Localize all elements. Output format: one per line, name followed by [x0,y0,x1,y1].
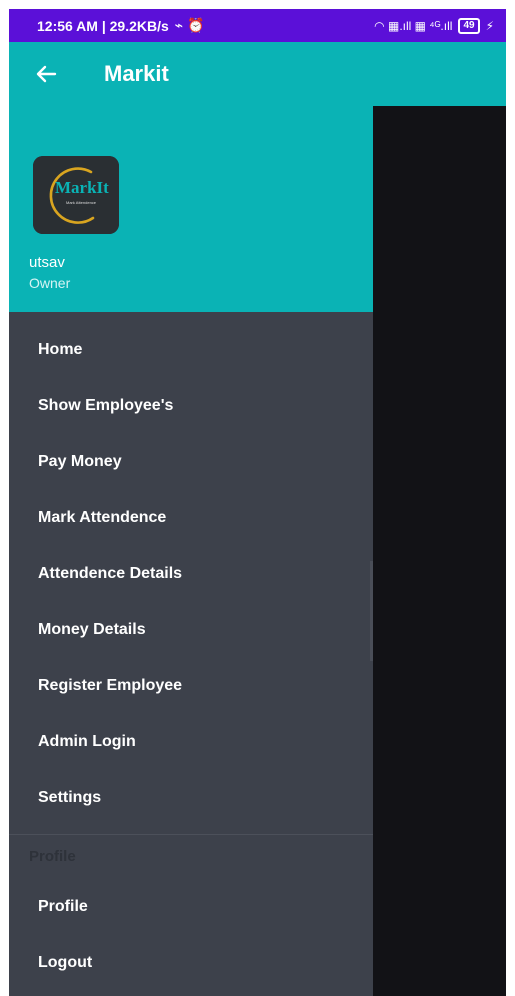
menu-item-settings[interactable]: Settings [9,770,373,826]
user-role: Owner [29,275,71,291]
app-logo: MarkIt Mark Attendence [33,156,119,234]
menu-item-mark-attendence[interactable]: Mark Attendence [9,490,373,546]
status-right: ◠ ▦.ıll ▦ ⁴ᴳ.ıll 49 ⚡ [374,17,494,34]
user-name: utsav [29,254,65,271]
charging-icon: ⚡ [485,18,494,33]
status-indicators: ⌁ ⏰ [174,17,205,33]
menu-item-attendence-details[interactable]: Attendence Details [9,546,373,602]
drawer-scrollbar[interactable] [370,561,373,661]
battery-icon: 49 [458,17,480,34]
app-screen: 12:56 AM | 29.2KB/s ⌁ ⏰ ◠ ▦.ıll ▦ ⁴ᴳ.ıll… [9,9,506,996]
drawer-scrim[interactable] [373,106,506,996]
profile-menu: Profile Logout [9,879,373,991]
menu-item-profile[interactable]: Profile [9,879,373,935]
signal-icons: ◠ ▦.ıll ▦ ⁴ᴳ.ıll [374,18,453,33]
drawer-menu: Home Show Employee's Pay Money Mark Atte… [9,322,373,826]
app-bar: Markit [9,42,506,106]
navigation-drawer: MarkIt Mark Attendence utsav Owner Home … [9,106,373,996]
status-bar: 12:56 AM | 29.2KB/s ⌁ ⏰ ◠ ▦.ıll ▦ ⁴ᴳ.ıll… [9,9,506,42]
status-time-speed: 12:56 AM | 29.2KB/s [37,17,169,34]
arrow-left-icon[interactable] [34,62,58,86]
menu-item-pay-money[interactable]: Pay Money [9,434,373,490]
status-left: 12:56 AM | 29.2KB/s ⌁ ⏰ [37,17,205,34]
menu-item-admin-login[interactable]: Admin Login [9,714,373,770]
drawer-header: MarkIt Mark Attendence utsav Owner [9,106,373,312]
menu-item-show-employees[interactable]: Show Employee's [9,378,373,434]
menu-item-logout[interactable]: Logout [9,935,373,991]
menu-item-home[interactable]: Home [9,322,373,378]
logo-title: MarkIt [55,178,109,197]
section-label-profile: Profile [29,848,76,865]
logo-subtitle: Mark Attendence [66,200,97,205]
app-title: Markit [104,61,169,86]
menu-item-register-employee[interactable]: Register Employee [9,658,373,714]
menu-item-money-details[interactable]: Money Details [9,602,373,658]
